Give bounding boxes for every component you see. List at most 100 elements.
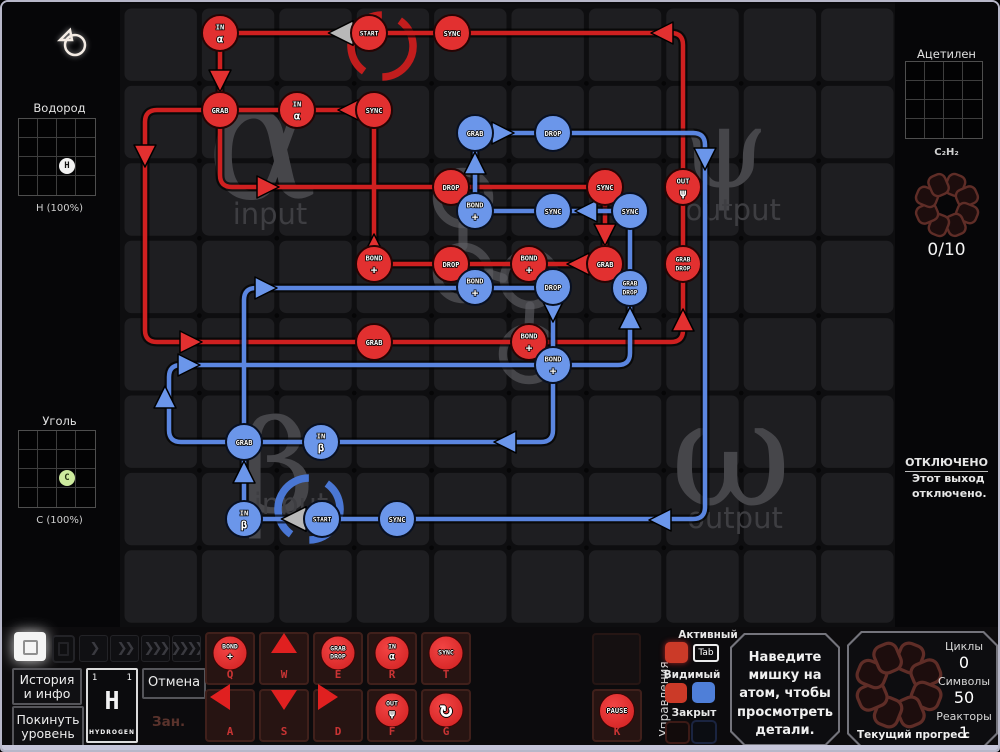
palette-rotate[interactable]: ↻G xyxy=(421,689,471,742)
reactor-cell[interactable] xyxy=(821,396,893,468)
svg-text:SYNC: SYNC xyxy=(444,30,461,38)
reactor-cell[interactable] xyxy=(589,473,661,545)
palette-arrow-left[interactable]: A xyxy=(205,689,255,742)
reactor-cell[interactable] xyxy=(202,318,274,390)
speed-button-2[interactable]: ❯❯ xyxy=(110,635,139,662)
reactor-cell[interactable] xyxy=(744,9,816,81)
hotkey-label: F xyxy=(369,725,415,738)
instruction-in-β[interactable]: INβ xyxy=(226,501,262,537)
instruction-grab-drop[interactable]: GRABDROP xyxy=(612,270,648,306)
reactor-cell[interactable] xyxy=(589,86,661,158)
closed-red-toggle[interactable] xyxy=(665,721,690,744)
history-info-button[interactable]: История и инфо xyxy=(12,668,82,705)
reactor-cell[interactable] xyxy=(434,318,506,390)
reactor-cell[interactable] xyxy=(512,473,584,545)
instruction-drop[interactable]: DROP xyxy=(535,269,571,305)
visible-red-toggle[interactable] xyxy=(665,683,687,703)
reactor-cell[interactable] xyxy=(666,9,738,81)
closed-blue-toggle[interactable] xyxy=(691,720,717,744)
zone-cell xyxy=(963,62,982,81)
palette-sync[interactable]: SYNCT xyxy=(421,632,471,685)
reactor-cell[interactable] xyxy=(434,550,506,622)
element-tile-hydrogen[interactable]: 1 1 H HYDROGEN xyxy=(86,668,138,743)
speed-button-4[interactable]: ❯❯❯❯ xyxy=(172,635,201,662)
reactor-cell[interactable] xyxy=(279,241,351,313)
instruction-start[interactable]: START xyxy=(351,15,387,51)
svg-text:SYNC: SYNC xyxy=(597,184,614,192)
reactor-cell[interactable] xyxy=(589,396,661,468)
reactor-cell[interactable] xyxy=(202,550,274,622)
instruction-sync[interactable]: SYNC xyxy=(535,193,571,229)
step-button[interactable] xyxy=(52,635,75,663)
reactor-cell[interactable] xyxy=(821,550,893,622)
reactor-cell[interactable] xyxy=(125,550,197,622)
reactor-cell[interactable] xyxy=(202,241,274,313)
reactor-cell[interactable] xyxy=(589,550,661,622)
instruction-sync[interactable]: SYNC xyxy=(356,92,392,128)
reactor-cell[interactable] xyxy=(279,550,351,622)
reactor-cell[interactable] xyxy=(821,241,893,313)
reactor-cell[interactable] xyxy=(434,473,506,545)
cancel-button[interactable]: Отмена xyxy=(142,668,206,699)
instruction-sync[interactable]: SYNC xyxy=(434,15,470,51)
instruction-sync[interactable]: SYNC xyxy=(379,501,415,537)
palette-arrow-up[interactable]: W xyxy=(259,632,309,685)
reactor-cell[interactable] xyxy=(279,318,351,390)
reactor-cell[interactable] xyxy=(666,550,738,622)
instruction-grab[interactable]: GRAB xyxy=(457,115,493,151)
reactor-cell[interactable] xyxy=(512,550,584,622)
input-zone-grid-carbon[interactable] xyxy=(18,430,96,508)
active-red-toggle[interactable] xyxy=(665,642,688,663)
palette-out-ψ[interactable]: OUTψF xyxy=(367,689,417,742)
tab-key-badge[interactable]: Tab xyxy=(693,644,719,662)
reactor-cell[interactable] xyxy=(744,241,816,313)
zone-cell xyxy=(925,62,944,81)
instruction-grab-drop[interactable]: GRABDROP xyxy=(665,246,701,282)
stop-button[interactable] xyxy=(14,632,46,661)
instruction-in-α[interactable]: INα xyxy=(202,15,238,51)
palette-arrow-right[interactable]: D xyxy=(313,689,363,742)
instruction-drop[interactable]: DROP xyxy=(535,115,571,151)
reactor-cell[interactable] xyxy=(821,318,893,390)
instruction-bond-+[interactable]: BOND+ xyxy=(535,347,571,383)
instruction-in-α[interactable]: INα xyxy=(279,92,315,128)
speed-button-1[interactable]: ❯ xyxy=(79,635,108,662)
palette-arrow-down[interactable]: S xyxy=(259,689,309,742)
reactor-cell[interactable] xyxy=(357,550,429,622)
reactor-cell[interactable] xyxy=(744,550,816,622)
instruction-in-β[interactable]: INβ xyxy=(303,424,339,460)
reactor-cell[interactable] xyxy=(512,396,584,468)
reactor-cell[interactable] xyxy=(512,9,584,81)
reactor-cell[interactable] xyxy=(589,9,661,81)
instruction-bond-+[interactable]: BOND+ xyxy=(356,246,392,282)
instruction-sync[interactable]: SYNC xyxy=(612,193,648,229)
reactor-cell[interactable] xyxy=(125,163,197,235)
reactor-cell[interactable] xyxy=(125,318,197,390)
reactor-cell[interactable] xyxy=(821,163,893,235)
instruction-bond-+[interactable]: BOND+ xyxy=(457,269,493,305)
reactor-cell[interactable] xyxy=(821,473,893,545)
reactor-cell[interactable] xyxy=(125,473,197,545)
reactor-cell[interactable] xyxy=(821,86,893,158)
palette-bond-+[interactable]: BOND+Q xyxy=(205,632,255,685)
instruction-bond-+[interactable]: BOND+ xyxy=(457,193,493,229)
instruction-grab[interactable]: GRAB xyxy=(356,324,392,360)
instruction-grab[interactable]: GRAB xyxy=(226,424,262,460)
leave-level-button[interactable]: Покинуть уровень xyxy=(12,706,84,748)
reactor-cell[interactable] xyxy=(125,9,197,81)
reactor-cell[interactable] xyxy=(434,396,506,468)
instruction-grab[interactable]: GRAB xyxy=(202,92,238,128)
pause-button[interactable]: PAUSE К xyxy=(592,689,642,742)
input-zone-grid-hydrogen[interactable] xyxy=(18,118,96,196)
reactor-cell[interactable] xyxy=(125,241,197,313)
reactor-cell[interactable] xyxy=(357,163,429,235)
reactor-cell[interactable] xyxy=(821,9,893,81)
palette-grab-drop[interactable]: GRABDROPE xyxy=(313,632,363,685)
reactor-cell[interactable] xyxy=(357,396,429,468)
visible-blue-toggle[interactable] xyxy=(692,682,715,703)
speed-button-3[interactable]: ❯❯❯ xyxy=(141,635,170,662)
zone-cell xyxy=(57,488,76,507)
instruction-out-ψ[interactable]: OUTψ xyxy=(665,169,701,205)
palette-in-α[interactable]: INαR xyxy=(367,632,417,685)
instruction-start[interactable]: START xyxy=(304,501,340,537)
